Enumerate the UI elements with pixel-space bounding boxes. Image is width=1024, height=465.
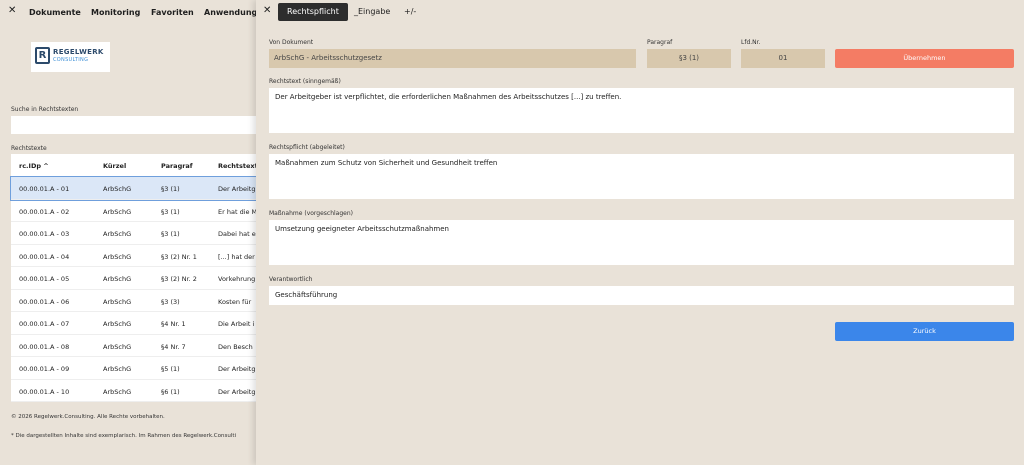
- logo-subtitle: CONSULTING: [53, 57, 89, 63]
- massnahme-textarea[interactable]: Umsetzung geeigneter Arbeitsschutzmaßnah…: [269, 220, 1014, 265]
- background-app: ✕ Dokumente Monitoring Favoriten Anwendu…: [0, 0, 256, 465]
- logo-mark: R: [35, 47, 50, 64]
- nav-item-monitoring[interactable]: Monitoring: [91, 8, 140, 17]
- logo-name: REGELWERK: [53, 48, 104, 56]
- verantwortlich-label: Verantwortlich: [269, 276, 313, 283]
- table-cell-rechtstext: Den Besch: [218, 342, 253, 351]
- table-cell-paragraf: §6 (1): [161, 387, 180, 396]
- paragraf-label: Paragraf: [647, 39, 673, 46]
- close-icon[interactable]: ✕: [8, 5, 16, 16]
- massnahme-label: Maßnahme (vorgeschlagen): [269, 210, 353, 217]
- table-cell-id: 00.00.01.A - 04: [19, 252, 70, 261]
- verantwortlich-input[interactable]: Geschäftsführung: [269, 286, 1014, 305]
- table-cell-paragraf: §3 (3): [161, 297, 180, 306]
- table-cell-kuerzel: ArbSchG: [103, 230, 132, 238]
- table-row[interactable]: 00.00.01.A - 03 ArbSchG §3 (1) Dabei hat e: [11, 222, 256, 245]
- uebernehmen-button[interactable]: Übernehmen: [835, 49, 1014, 68]
- rechtspflicht-textarea[interactable]: Maßnahmen zum Schutz von Sicherheit und …: [269, 154, 1014, 199]
- table-row[interactable]: 00.00.01.A - 07 ArbSchG §4 Nr. 1 Die Arbeit…: [11, 312, 256, 335]
- table-cell-rechtstext: [...] hat der: [218, 252, 255, 261]
- table-cell-kuerzel: ArbSchG: [103, 297, 132, 306]
- table-cell-kuerzel: ArbSchG: [103, 342, 132, 351]
- table-cell-kuerzel: ArbSchG: [103, 252, 132, 261]
- table-cell-kuerzel: ArbSchG: [103, 185, 132, 193]
- table-cell-rechtstext: Dabei hat e: [218, 230, 256, 238]
- table-cell-paragraf: §4 Nr. 1: [161, 320, 186, 328]
- table-cell-id: 00.00.01.A - 08: [19, 342, 70, 351]
- table-row[interactable]: 00.00.01.A - 09 ArbSchG §5 (1) Der Arbeitg: [11, 357, 256, 380]
- table-cell-id: 00.00.01.A - 09: [19, 365, 70, 373]
- table-cell-rechtstext: Der Arbeitg: [218, 185, 256, 193]
- table-cell-id: 00.00.01.A - 07: [19, 320, 70, 328]
- table-cell-paragraf: §4 Nr. 7: [161, 342, 186, 351]
- von-dokument-label: Von Dokument: [269, 39, 314, 46]
- table-cell-id: 00.00.01.A - 06: [19, 297, 70, 306]
- company-logo: R REGELWERK CONSULTING: [31, 42, 110, 72]
- table-cell-rechtstext: Der Arbeitg: [218, 387, 256, 396]
- zurueck-button[interactable]: Zurück: [835, 322, 1014, 341]
- table-cell-id: 00.00.01.A - 03: [19, 230, 70, 238]
- table-row[interactable]: 00.00.01.A - 06 ArbSchG §3 (3) Kosten für: [11, 290, 256, 312]
- table-cell-kuerzel: ArbSchG: [103, 275, 132, 283]
- table-row[interactable]: 00.00.01.A - 02 ArbSchG §3 (1) Er hat die M: [11, 200, 256, 222]
- nav-item-favoriten[interactable]: Favoriten: [151, 8, 194, 17]
- tab-rechtspflicht[interactable]: Rechtspflicht: [278, 3, 348, 21]
- nav-item-anwendungsbereich[interactable]: Anwendungsb: [204, 8, 256, 17]
- column-header-paragraf[interactable]: Paragraf: [161, 162, 216, 170]
- table-row[interactable]: 00.00.01.A - 05 ArbSchG §3 (2) Nr. 2 Vorkeh…: [11, 267, 256, 290]
- table-cell-kuerzel: ArbSchG: [103, 320, 132, 328]
- table-cell-id: 00.00.01.A - 01: [19, 185, 70, 193]
- table-cell-rechtstext: Vorkehrung: [218, 275, 256, 283]
- rechtstext-label: Rechtstext (sinngemäß): [269, 78, 341, 85]
- table-cell-paragraf: §3 (1): [161, 207, 180, 216]
- column-header-kuerzel[interactable]: Kürzel: [103, 162, 158, 170]
- table-row[interactable]: 00.00.01.A - 10 ArbSchG §6 (1) Der Arbeitg: [11, 380, 256, 402]
- close-icon[interactable]: ✕: [263, 5, 271, 16]
- search-input[interactable]: [11, 116, 256, 134]
- table-row[interactable]: 00.00.01.A - 01 ArbSchG §3 (1) Der Arbeitg: [10, 176, 256, 201]
- von-dokument-field: ArbSchG - Arbeitsschutzgesetz: [269, 49, 636, 68]
- table-label: Rechtstexte: [11, 145, 47, 152]
- table-cell-kuerzel: ArbSchG: [103, 387, 132, 396]
- table-cell-paragraf: §3 (2) Nr. 1: [161, 252, 197, 261]
- table-cell-paragraf: §5 (1): [161, 365, 180, 373]
- disclaimer-text: * Die dargestellten Inhalte sind exempla…: [11, 433, 237, 439]
- table-cell-kuerzel: ArbSchG: [103, 365, 132, 373]
- rechtspflicht-label: Rechtspflicht (abgeleitet): [269, 144, 345, 151]
- table-cell-id: 00.00.01.A - 02: [19, 207, 70, 216]
- column-header-rechtstext[interactable]: Rechtstext: [218, 162, 256, 170]
- table-cell-id: 00.00.01.A - 05: [19, 275, 70, 283]
- table-cell-id: 00.00.01.A - 10: [19, 387, 70, 396]
- lfdnr-label: Lfd.Nr.: [741, 39, 761, 46]
- panel-tab-bar: ✕ Rechtspflicht _Eingabe +/-: [256, 0, 1024, 24]
- table-cell-rechtstext: Die Arbeit i: [218, 320, 255, 328]
- rechtstexte-table: rc.IDp ^ Kürzel Paragraf Rechtstext 00.0…: [10, 154, 256, 402]
- table-cell-rechtstext: Der Arbeitg: [218, 365, 256, 373]
- column-header-id[interactable]: rc.IDp ^: [19, 162, 99, 170]
- nav-item-dokumente[interactable]: Dokumente: [29, 8, 81, 17]
- lfdnr-field: 01: [741, 49, 825, 68]
- table-cell-kuerzel: ArbSchG: [103, 207, 132, 216]
- table-cell-paragraf: §3 (1): [161, 230, 180, 238]
- copyright-text: © 2026 Regelwerk.Consulting. Alle Rechte…: [11, 414, 165, 420]
- rechtstext-textarea[interactable]: Der Arbeitgeber ist verpflichtet, die er…: [269, 88, 1014, 133]
- rechtspflicht-panel: ✕ Rechtspflicht _Eingabe +/- Von Dokumen…: [256, 0, 1024, 465]
- table-cell-rechtstext: Er hat die M: [218, 207, 256, 216]
- top-nav: ✕ Dokumente Monitoring Favoriten Anwendu…: [0, 0, 256, 24]
- table-row[interactable]: 00.00.01.A - 08 ArbSchG §4 Nr. 7 Den Besch: [11, 335, 256, 357]
- table-cell-rechtstext: Kosten für: [218, 297, 252, 306]
- search-label: Suche in Rechtstexten: [11, 106, 79, 113]
- tab-plus-minus[interactable]: +/-: [395, 3, 425, 21]
- table-header: rc.IDp ^ Kürzel Paragraf Rechtstext: [11, 154, 256, 177]
- table-row[interactable]: 00.00.01.A - 04 ArbSchG §3 (2) Nr. 1 [...] …: [11, 245, 256, 267]
- table-cell-paragraf: §3 (1): [161, 185, 180, 193]
- tab-eingabe[interactable]: _Eingabe: [345, 3, 399, 21]
- paragraf-field: §3 (1): [647, 49, 731, 68]
- table-cell-paragraf: §3 (2) Nr. 2: [161, 275, 197, 283]
